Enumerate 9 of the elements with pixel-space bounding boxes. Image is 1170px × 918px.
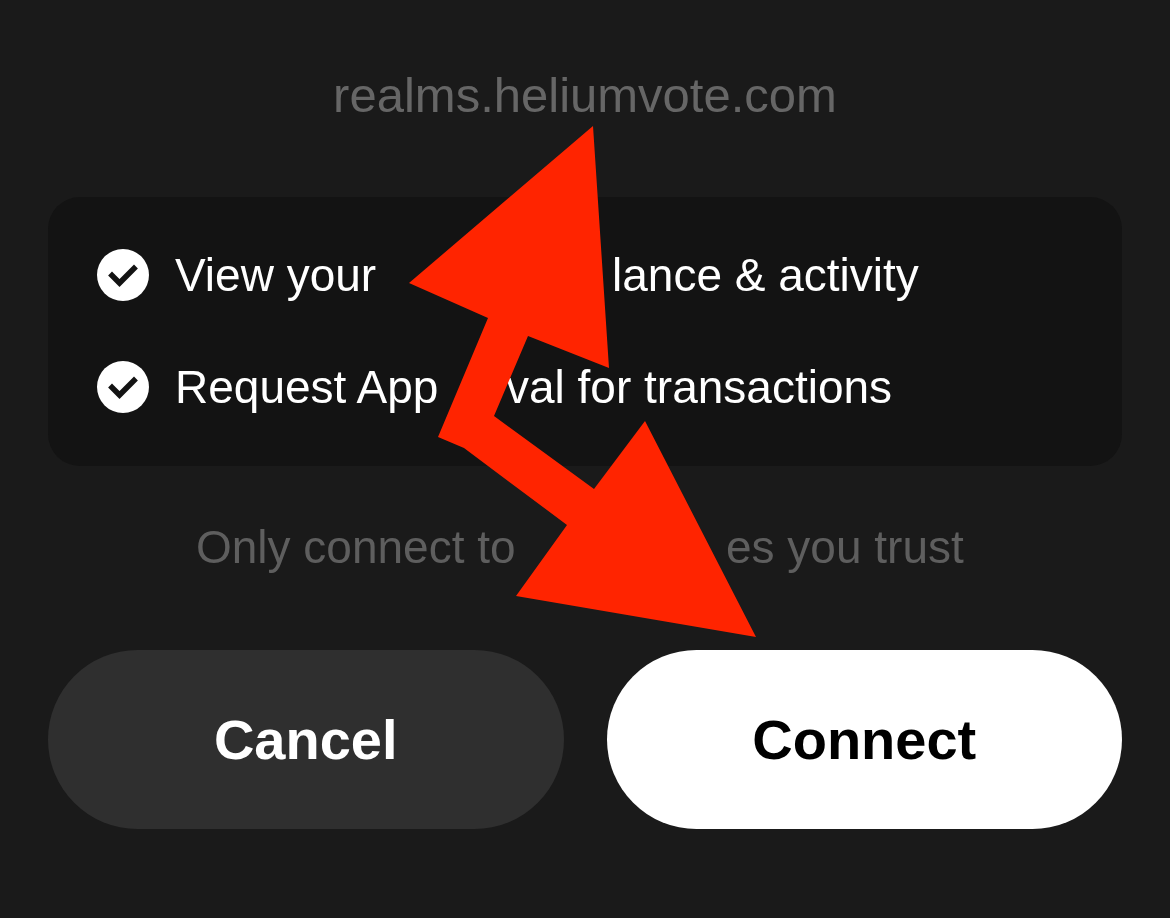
permission-text: View your <box>175 248 377 303</box>
site-url: realms.heliumvote.com <box>333 67 837 123</box>
connect-button[interactable]: Connect <box>606 650 1122 829</box>
permission-text: val for transactions <box>506 360 893 415</box>
notice-text: Only connect to <box>196 520 516 575</box>
permission-text: lance & activity <box>612 248 919 303</box>
notice-text: es you trust <box>726 520 964 575</box>
permission-text: Request App <box>175 360 439 415</box>
cancel-button[interactable]: Cancel <box>48 650 564 829</box>
